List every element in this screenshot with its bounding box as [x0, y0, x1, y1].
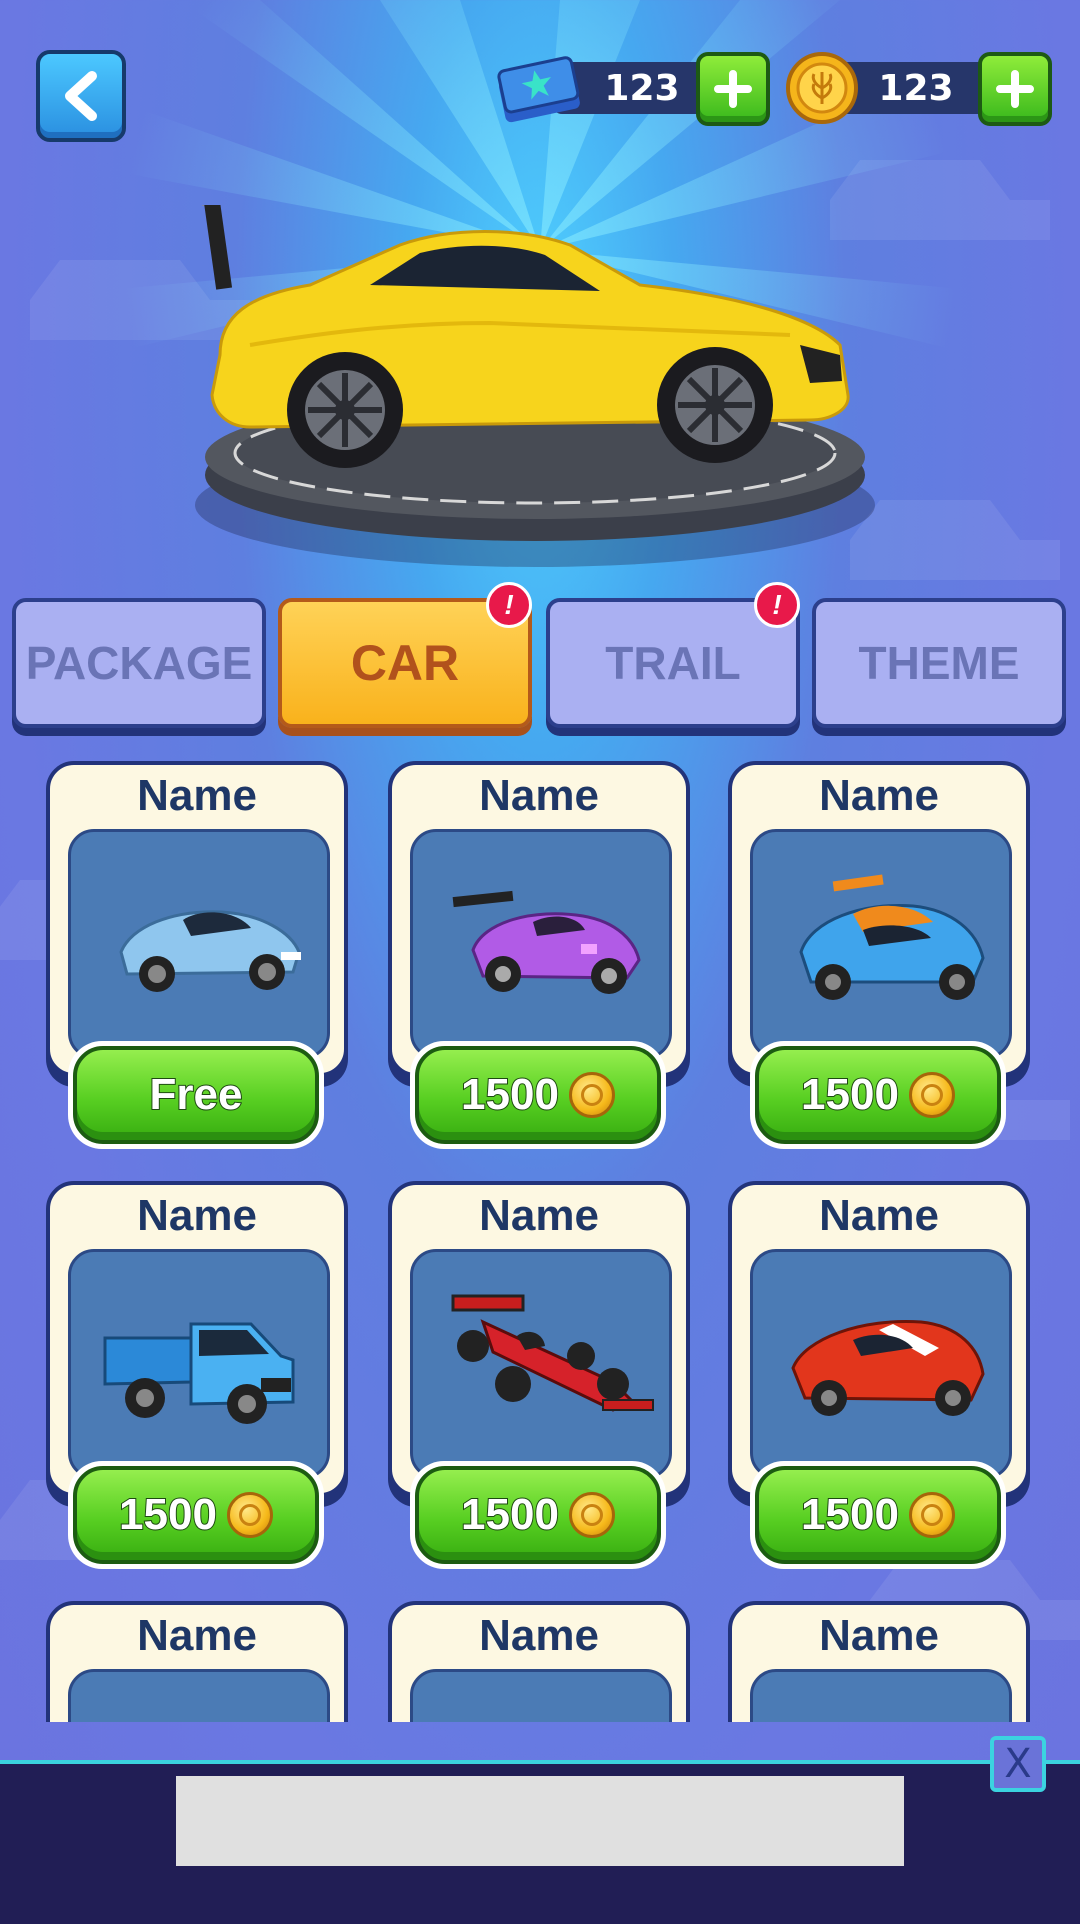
item-card[interactable]: Name	[728, 1601, 1030, 1722]
tab-package[interactable]: PACKAGE	[12, 598, 266, 728]
price-label: Free	[149, 1069, 244, 1120]
tab-car-label: CAR	[350, 635, 460, 691]
ticket-counter: 123	[492, 52, 770, 126]
price-button[interactable]: Free	[68, 1041, 324, 1149]
item-name: Name	[137, 771, 257, 820]
item-name: Name	[137, 1611, 257, 1660]
ad-close-button[interactable]: X	[990, 1736, 1046, 1792]
alert-badge: !	[754, 582, 800, 628]
plus-icon	[714, 70, 752, 108]
item-image	[68, 829, 330, 1059]
ticket-count: 123	[604, 67, 680, 109]
add-tickets-button[interactable]	[696, 52, 770, 126]
tab-trail[interactable]: TRAIL !	[546, 582, 800, 728]
price-button[interactable]: 1500	[68, 1461, 324, 1569]
coin-icon	[908, 1072, 955, 1118]
item-image	[410, 829, 672, 1059]
item-card[interactable]: Name	[728, 761, 1030, 1077]
item-card[interactable]: Name	[388, 1601, 690, 1722]
item-image	[750, 829, 1012, 1059]
ticket-icon	[497, 56, 580, 123]
item-image	[68, 1669, 330, 1722]
blue-hypercar-icon	[119, 910, 301, 992]
item-name: Name	[479, 771, 599, 820]
close-icon: X	[1004, 1741, 1032, 1787]
item-image	[410, 1669, 672, 1722]
price-label: 1500	[800, 1069, 900, 1120]
plus-icon	[996, 70, 1034, 108]
blue-pickup-truck-icon	[103, 1322, 295, 1424]
price-label: 1500	[460, 1069, 560, 1120]
price-label: 1500	[800, 1489, 900, 1540]
item-grid: Name Free Name 1500 Name 1500 Name 1500 …	[0, 745, 1080, 1722]
item-image	[750, 1249, 1012, 1479]
red-sports-car-icon	[791, 1319, 985, 1416]
item-name: Name	[819, 771, 939, 820]
item-card[interactable]: Name	[728, 1181, 1030, 1497]
item-name: Name	[479, 1191, 599, 1240]
price-button[interactable]: 1500	[410, 1461, 666, 1569]
purple-race-car-icon	[452, 890, 641, 994]
item-card[interactable]: Name	[388, 761, 690, 1077]
item-card[interactable]: Name	[46, 1601, 348, 1722]
tab-car[interactable]: CAR !	[278, 582, 532, 728]
back-button[interactable]	[36, 50, 126, 142]
coin-counter: 123	[784, 52, 1052, 126]
hero-car-display	[195, 205, 875, 567]
tab-theme-label: THEME	[858, 637, 1020, 689]
item-card[interactable]: Name	[46, 761, 348, 1077]
item-name: Name	[137, 1191, 257, 1240]
item-image	[750, 1669, 1012, 1722]
formula-car-icon	[451, 1294, 654, 1412]
item-name: Name	[819, 1611, 939, 1660]
price-button[interactable]: 1500	[410, 1041, 666, 1149]
coin-icon	[226, 1492, 273, 1538]
item-name: Name	[819, 1191, 939, 1240]
item-image	[68, 1249, 330, 1479]
coin-count: 123	[878, 67, 954, 109]
item-card[interactable]: Name	[388, 1181, 690, 1497]
coin-icon	[568, 1072, 615, 1118]
item-card[interactable]: Name	[46, 1181, 348, 1497]
tab-theme[interactable]: THEME	[812, 598, 1066, 728]
alert-badge: !	[486, 582, 532, 628]
price-label: 1500	[118, 1489, 218, 1540]
ad-banner[interactable]	[176, 1776, 904, 1866]
blue-orange-supercar-icon	[799, 874, 985, 1000]
price-button[interactable]: 1500	[750, 1461, 1006, 1569]
item-name: Name	[479, 1611, 599, 1660]
coin-icon	[568, 1492, 615, 1538]
chevron-left-icon	[65, 71, 97, 121]
coin-icon	[908, 1492, 955, 1538]
coin-icon	[786, 52, 858, 124]
add-coins-button[interactable]	[978, 52, 1052, 126]
price-button[interactable]: 1500	[750, 1041, 1006, 1149]
item-image	[410, 1249, 672, 1479]
tab-package-label: PACKAGE	[25, 637, 253, 689]
tab-trail-label: TRAIL	[605, 637, 741, 689]
price-label: 1500	[460, 1489, 560, 1540]
